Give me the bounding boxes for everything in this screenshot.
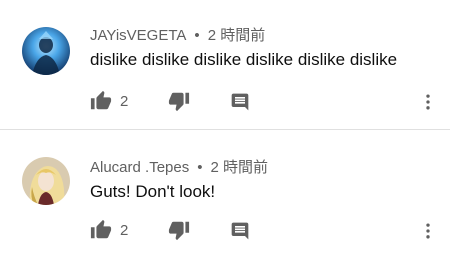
reply-button[interactable] (230, 92, 250, 112)
comment-item: JAYisVEGETA • 2 時間前 dislike dislike dislik… (0, 0, 450, 129)
author-name[interactable]: JAYisVEGETA (90, 27, 186, 44)
comment-text: Guts! Don't look! (90, 182, 216, 201)
timestamp[interactable]: 2 時間前 (208, 27, 266, 44)
thumb-down-icon (168, 92, 190, 112)
like-count: 2 (120, 92, 129, 110)
more-options-button[interactable] (418, 220, 438, 242)
author-name[interactable]: Alucard .Tepes (90, 159, 189, 176)
comment-actions: 2 (88, 219, 430, 243)
avatar-image (22, 157, 70, 205)
avatar[interactable] (22, 27, 70, 75)
more-options-button[interactable] (418, 91, 438, 113)
like-count: 2 (120, 221, 129, 239)
reply-button[interactable] (230, 221, 250, 241)
comment-text: dislike dislike dislike dislike dislike … (90, 50, 398, 69)
like-button[interactable]: 2 (90, 90, 128, 112)
separator-dot: • (194, 27, 200, 44)
thumb-up-icon (90, 219, 112, 239)
thumb-down-icon (168, 221, 190, 241)
more-vertical-icon (426, 223, 430, 239)
like-button[interactable]: 2 (90, 219, 128, 241)
dislike-button[interactable] (168, 90, 190, 112)
avatar-image (22, 27, 70, 75)
thumb-up-icon (90, 90, 112, 110)
comment-meta: Alucard .Tepes • 2 時間前 (90, 156, 268, 177)
more-vertical-icon (426, 94, 430, 110)
comment-meta: JAYisVEGETA • 2 時間前 (90, 24, 265, 45)
timestamp[interactable]: 2 時間前 (211, 159, 269, 176)
avatar[interactable] (22, 157, 70, 205)
comment-item: Alucard .Tepes • 2 時間前 Guts! Don't look! 2 (0, 130, 450, 260)
comment-actions: 2 (88, 90, 430, 114)
comment-reply-icon (231, 93, 249, 111)
dislike-button[interactable] (168, 219, 190, 241)
separator-dot: • (197, 159, 203, 176)
comment-reply-icon (231, 222, 249, 240)
